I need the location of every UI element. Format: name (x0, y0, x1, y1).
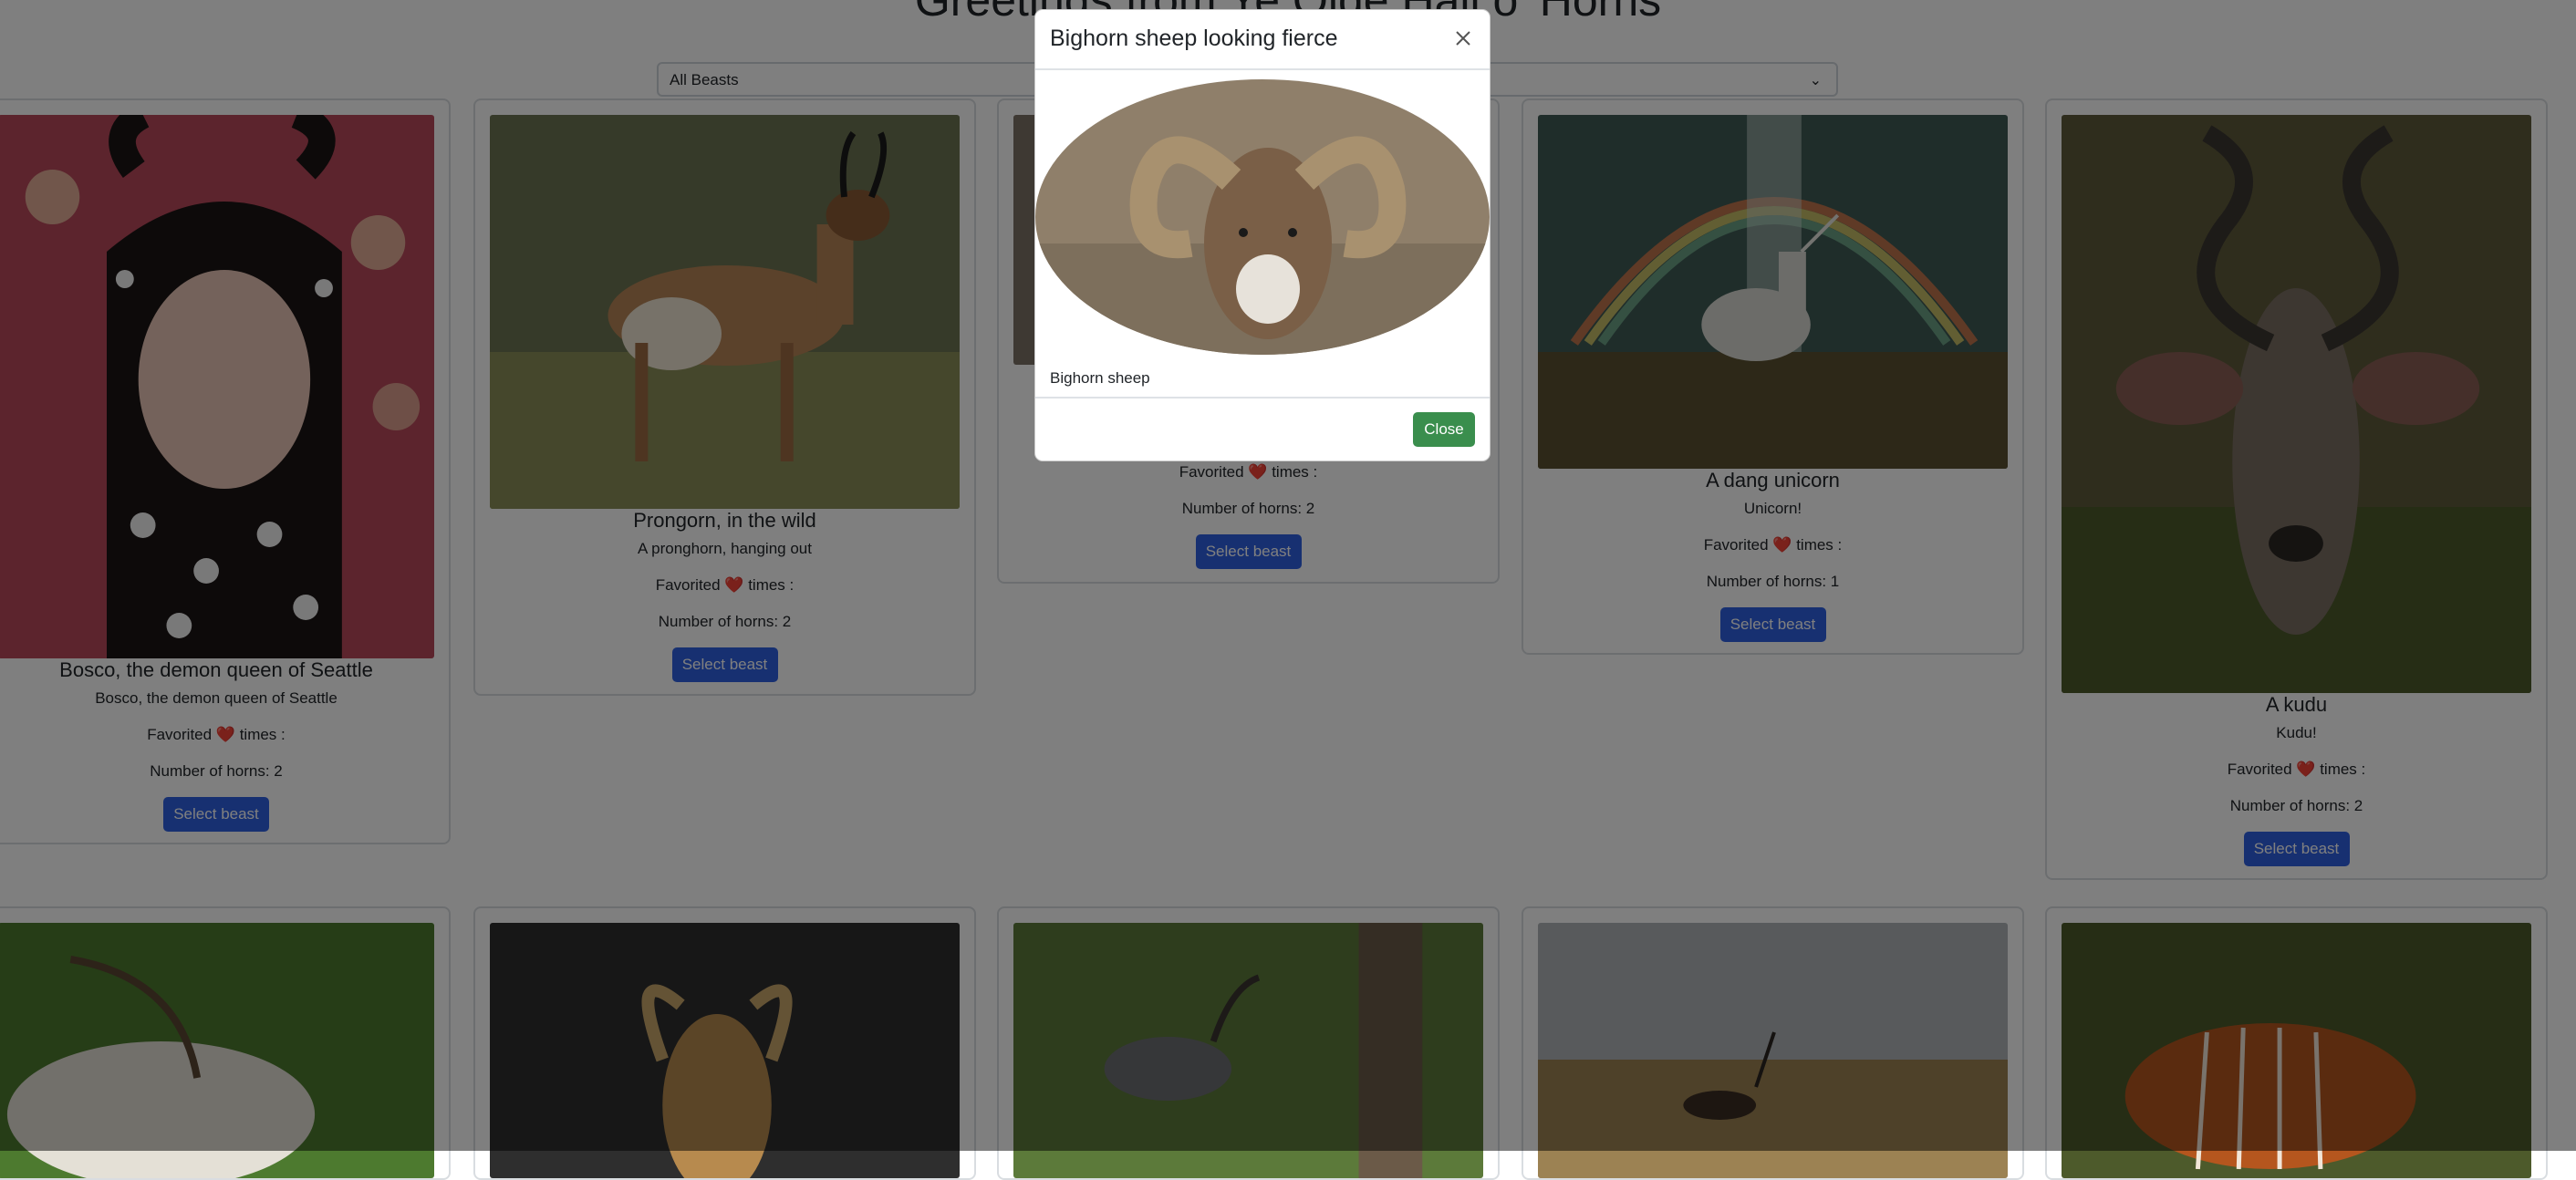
modal-title: Bighorn sheep looking fierce (1050, 26, 1338, 51)
modal-caption: Bighorn sheep (1050, 369, 1150, 387)
beast-modal: Bighorn sheep looking fierce Bighorn she… (1034, 9, 1491, 461)
modal-beast-image (1035, 79, 1490, 355)
modal-footer: Close (1035, 397, 1490, 461)
modal-header: Bighorn sheep looking fierce (1035, 10, 1490, 70)
close-icon[interactable] (1449, 25, 1477, 52)
modal-body: Bighorn sheep (1035, 70, 1490, 400)
close-button[interactable]: Close (1413, 412, 1475, 447)
